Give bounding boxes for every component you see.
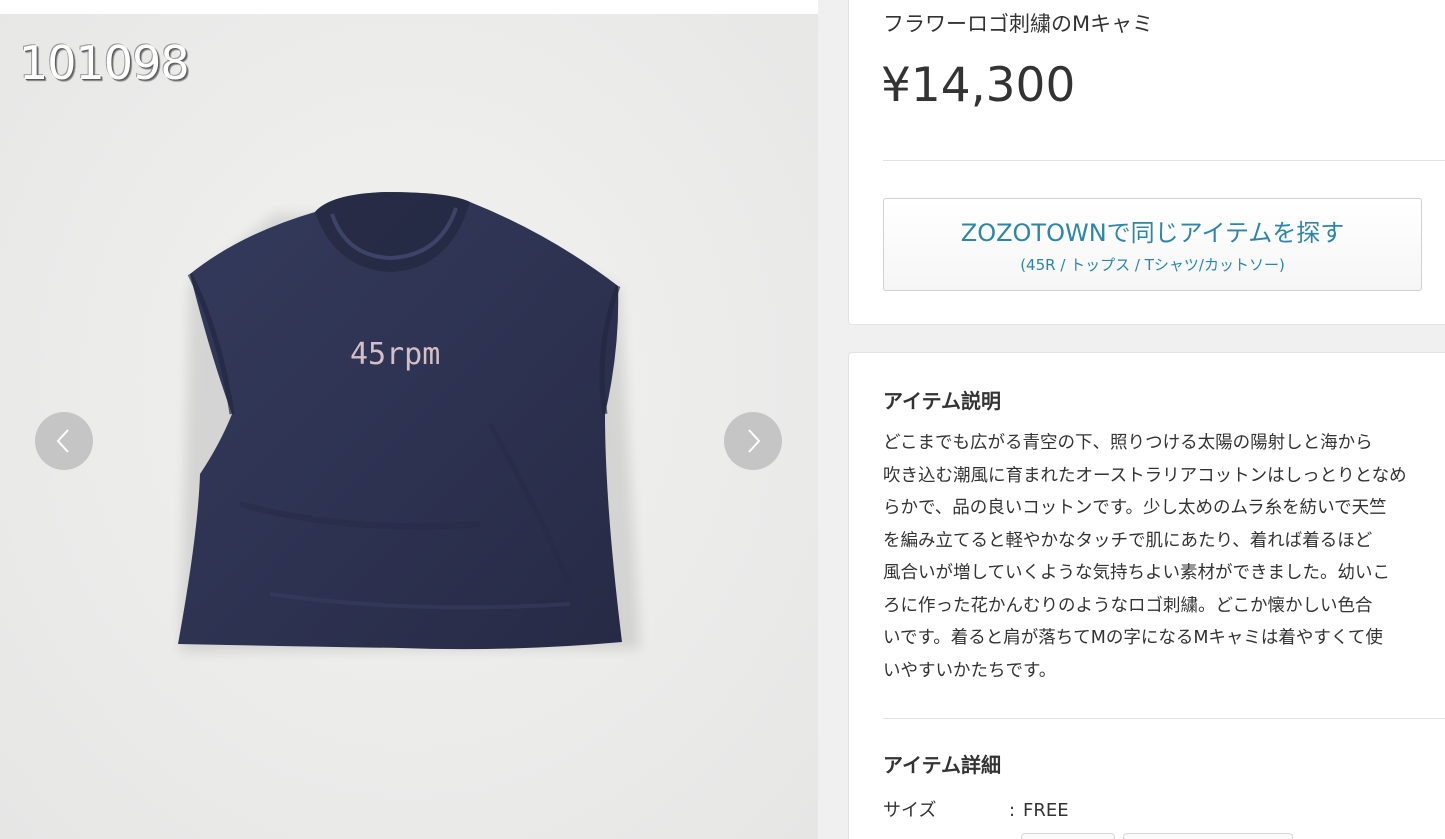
- description-line: いやすいかたちです。: [883, 660, 1057, 681]
- shirt-logo-text: 45rpm: [350, 337, 440, 372]
- spec-value: FREE: [1023, 800, 1069, 821]
- zozotown-search-button[interactable]: ZOZOTOWNで同じアイテムを探す (45R / トップス / Tシャツ/カッ…: [883, 198, 1422, 291]
- description-line: いです。着ると肩が落ちてMの字になるMキャミは着やすくて使: [883, 628, 1383, 648]
- spec-label: サイズ: [883, 800, 937, 821]
- item-description-card: アイテム説明 どこまでも広がる青空の下、照りつける太陽の陽射しと海から 吹き込む…: [848, 352, 1445, 839]
- image-id-watermark: 101098: [19, 36, 190, 90]
- detail-tabs: [1021, 833, 1293, 839]
- detail-tab[interactable]: [1123, 833, 1293, 839]
- next-image-button[interactable]: [724, 412, 782, 470]
- item-details-heading: アイテム詳細: [883, 753, 1001, 777]
- spec-row-size: サイズ: FREE: [883, 796, 1069, 822]
- product-gallery: 101098 45rpm: [0, 0, 818, 839]
- description-line: 吹き込む潮風に育まれたオーストラリアコットンはしっとりとなめ: [883, 465, 1407, 486]
- spec-separator: :: [1009, 800, 1016, 821]
- zozotown-button-label: ZOZOTOWNで同じアイテムを探す: [960, 219, 1345, 247]
- description-line: ろに作った花かんむりのようなロゴ刺繍。どこか懐かしい色合: [883, 595, 1373, 616]
- description-line: 風合いが増していくような気持ちよい素材ができました。幼いこ: [883, 563, 1390, 583]
- product-price: ¥14,300: [881, 58, 1076, 113]
- product-title: フラワーロゴ刺繍のMキャミ: [883, 12, 1154, 36]
- description-line: どこまでも広がる青空の下、照りつける太陽の陽射しと海から: [883, 433, 1373, 453]
- product-photo: 101098 45rpm: [0, 14, 818, 839]
- item-description-text: どこまでも広がる青空の下、照りつける太陽の陽射しと海から 吹き込む潮風に育まれた…: [883, 427, 1429, 687]
- product-page: 101098 45rpm フラワーロゴ刺繍のMキャミ ¥14,300 ZOZOT…: [0, 0, 1445, 839]
- divider: [883, 718, 1445, 719]
- shirt-image: 45rpm: [178, 192, 640, 652]
- detail-tab[interactable]: [1021, 833, 1115, 839]
- divider: [883, 160, 1445, 161]
- item-description-heading: アイテム説明: [883, 389, 1001, 413]
- product-summary-card: フラワーロゴ刺繍のMキャミ ¥14,300 ZOZOTOWNで同じアイテムを探す…: [848, 0, 1445, 325]
- product-info-column: フラワーロゴ刺繍のMキャミ ¥14,300 ZOZOTOWNで同じアイテムを探す…: [818, 0, 1445, 839]
- description-line: らかで、品の良いコットンです。少し太めのムラ糸を紡いで天竺: [883, 498, 1387, 518]
- chevron-left-icon: [56, 429, 69, 453]
- previous-image-button[interactable]: [35, 412, 93, 470]
- zozotown-category-label: (45R / トップス / Tシャツ/カットソー): [1020, 256, 1285, 274]
- description-line: を編み立てると軽やかなタッチで肌にあたり、着れば着るほど: [883, 530, 1373, 551]
- chevron-right-icon: [748, 429, 761, 453]
